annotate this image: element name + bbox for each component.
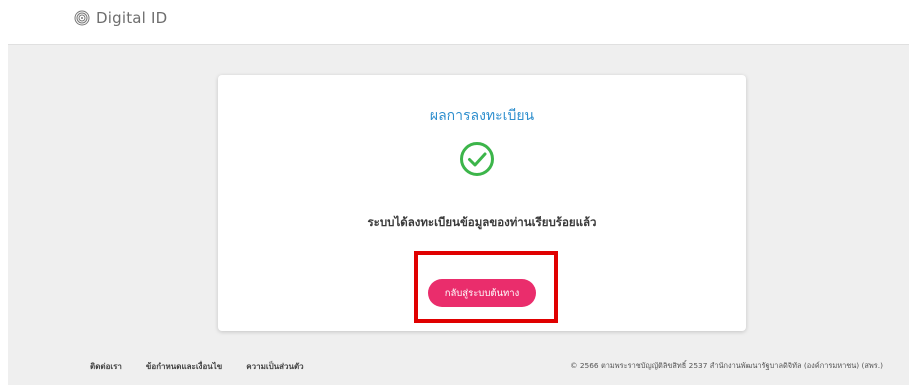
return-to-origin-button[interactable]: กลับสู่ระบบต้นทาง xyxy=(428,279,536,307)
footer-link-privacy[interactable]: ความเป็นส่วนตัว xyxy=(246,360,303,373)
copyright-text: © 2566 ตามพระราชบัญญัติลิขสิทธิ์ 2537 สำ… xyxy=(570,361,883,370)
brand-name: Digital ID xyxy=(96,9,168,27)
top-header: Digital ID xyxy=(0,0,909,44)
footer-link-contact[interactable]: ติดต่อเรา xyxy=(90,360,122,373)
registration-result-card: ผลการลงทะเบียน ระบบได้ลงทะเบียนข้อมูลของ… xyxy=(218,75,746,331)
footer-links: ติดต่อเรา ข้อกำหนดและเงื่อนไข ความเป็นส่… xyxy=(90,360,304,373)
fingerprint-icon xyxy=(74,10,90,26)
footer-link-terms[interactable]: ข้อกำหนดและเงื่อนไข xyxy=(146,360,222,373)
card-title: ผลการลงทะเบียน xyxy=(429,108,535,124)
brand-logo[interactable]: Digital ID xyxy=(74,9,167,27)
check-circle-icon xyxy=(460,142,494,176)
success-message: ระบบได้ลงทะเบียนข้อมูลของท่านเรียบร้อยแล… xyxy=(367,215,597,229)
